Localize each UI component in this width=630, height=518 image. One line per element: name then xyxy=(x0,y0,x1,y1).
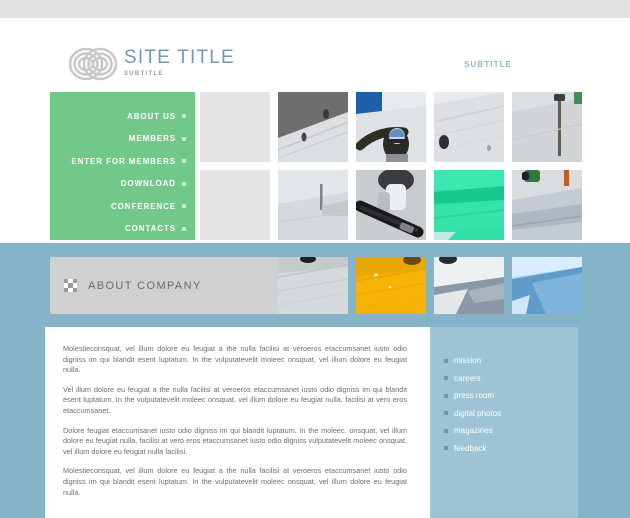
gallery-placeholder xyxy=(200,92,270,162)
nav-item-label: MEMBERS xyxy=(128,134,176,144)
gallery-grid-row3 xyxy=(278,257,582,314)
square-bullet-icon xyxy=(444,446,448,451)
gallery-photo[interactable] xyxy=(356,257,426,314)
main-navigation: ABOUT US MEMBERS ENTER FOR MEMBERS DOWNL… xyxy=(50,92,195,240)
gallery-photo[interactable] xyxy=(278,92,348,162)
gallery-photo[interactable] xyxy=(356,170,426,240)
article-paragraph: Vel illum dolore eu feugiat a the nulla … xyxy=(63,384,407,415)
sidebar-item-label: press room xyxy=(454,391,495,401)
square-bullet-icon xyxy=(182,114,186,119)
nav-item-contacts[interactable]: CONTACTS xyxy=(50,218,195,241)
nav-item-about-us[interactable]: ABOUT US xyxy=(50,105,195,128)
square-bullet-icon xyxy=(444,376,448,381)
square-bullet-icon xyxy=(182,181,186,186)
content-section: Molestieconsquat, vel illum dolore eu fe… xyxy=(0,327,630,518)
square-bullet-icon xyxy=(444,411,448,416)
article-paragraph: Dolore feugiat etaccumsanet iusto odio d… xyxy=(63,425,407,456)
sidebar-item-feedback[interactable]: feedback xyxy=(444,440,578,458)
top-band xyxy=(0,0,630,18)
brand-block[interactable]: SITE TITLE SUBTITLE xyxy=(124,47,235,78)
nav-item-label: ABOUT US xyxy=(127,111,176,121)
about-section-header: ABOUT COMPANY xyxy=(50,257,278,314)
about-article: Molestieconsquat, vel illum dolore eu fe… xyxy=(45,327,430,518)
sidebar-item-label: careers xyxy=(454,373,481,383)
sidebar-item-mission[interactable]: mission xyxy=(444,352,578,370)
about-band: ABOUT COMPANY xyxy=(0,243,630,327)
article-paragraph: Molestieconsquat, vel illum dolore eu fe… xyxy=(63,466,407,497)
secondary-sidebar: mission careers press room digital photo… xyxy=(430,327,578,518)
checkerboard-icon xyxy=(64,279,77,292)
gallery-photo[interactable] xyxy=(356,92,426,162)
sidebar-item-label: digital photos xyxy=(454,408,502,418)
sidebar-item-label: mission xyxy=(454,356,482,366)
nav-item-label: ENTER FOR MEMBERS xyxy=(71,156,176,166)
gallery-photo[interactable] xyxy=(434,92,504,162)
gallery-photo[interactable] xyxy=(512,92,582,162)
nav-item-download[interactable]: DOWNLOAD xyxy=(50,173,195,196)
gallery-photo[interactable] xyxy=(434,170,504,240)
gallery-placeholder xyxy=(200,170,270,240)
gallery-photo[interactable] xyxy=(278,257,348,314)
nav-item-label: CONTACTS xyxy=(124,224,176,234)
gallery-photo[interactable] xyxy=(434,257,504,314)
overlapping-rings-logo-icon[interactable] xyxy=(68,44,118,84)
hero-section: ABOUT US MEMBERS ENTER FOR MEMBERS DOWNL… xyxy=(0,92,630,243)
square-bullet-icon xyxy=(182,136,186,141)
sidebar-item-press-room[interactable]: press room xyxy=(444,387,578,405)
sidebar-item-magazines[interactable]: magazines xyxy=(444,422,578,440)
gallery-photo[interactable] xyxy=(512,257,582,314)
nav-item-label: CONFERENCE xyxy=(110,201,176,211)
nav-item-label: DOWNLOAD xyxy=(120,179,176,189)
gallery-grid xyxy=(200,92,586,240)
sidebar-item-label: feedback xyxy=(454,443,487,453)
nav-item-conference[interactable]: CONFERENCE xyxy=(50,195,195,218)
header-subtitle-link[interactable]: SUBTITLE xyxy=(464,60,512,69)
nav-item-members[interactable]: MEMBERS xyxy=(50,128,195,151)
site-title: SITE TITLE xyxy=(124,47,235,68)
gallery-photo[interactable] xyxy=(278,170,348,240)
about-section-title: ABOUT COMPANY xyxy=(88,279,202,292)
square-bullet-icon xyxy=(182,226,186,231)
sidebar-item-label: magazines xyxy=(454,426,493,436)
square-bullet-icon xyxy=(444,428,448,433)
square-bullet-icon xyxy=(444,393,448,398)
article-paragraph: Molestieconsquat, vel illum dolore eu fe… xyxy=(63,344,407,375)
square-bullet-icon xyxy=(444,358,448,363)
square-bullet-icon xyxy=(182,159,186,164)
site-header: SITE TITLE SUBTITLE SUBTITLE xyxy=(0,18,630,92)
sidebar-item-careers[interactable]: careers xyxy=(444,370,578,388)
square-bullet-icon xyxy=(182,204,186,209)
gallery-photo[interactable] xyxy=(512,170,582,240)
sidebar-item-digital-photos[interactable]: digital photos xyxy=(444,405,578,423)
site-subtitle: SUBTITLE xyxy=(124,71,164,77)
nav-item-enter-for-members[interactable]: ENTER FOR MEMBERS xyxy=(50,150,195,173)
